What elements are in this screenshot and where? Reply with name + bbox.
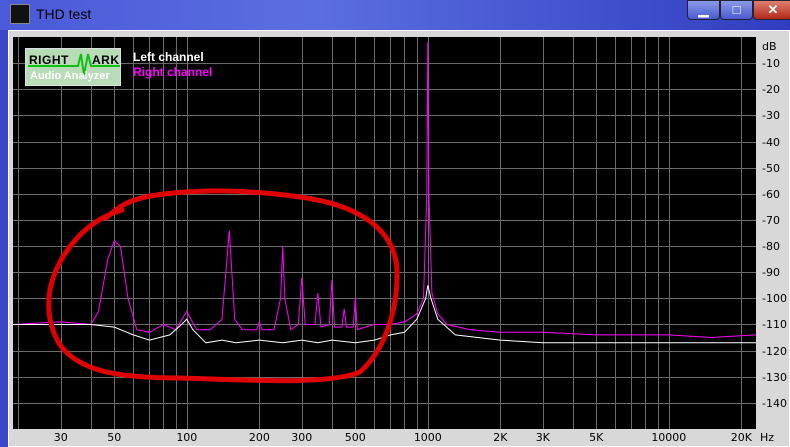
x-tick-label: 30 [53,431,68,444]
y-axis-unit: dB [762,40,777,53]
x-tick-label: 5K [589,431,604,444]
y-tick-label: -120 [762,344,787,358]
y-tick-label: -100 [762,291,787,305]
y-tick-label: -130 [762,370,787,384]
y-tick-label: -80 [762,239,780,253]
y-tick-label: -60 [762,187,780,201]
x-tick-label: 500 [344,431,366,444]
x-tick-label: 1000 [413,431,442,444]
x-tick-label: 2K [493,431,508,444]
x-tick-label: 100 [176,431,198,444]
y-tick-label: -110 [762,317,787,331]
x-tick-label: 300 [291,431,313,444]
logo-text-ark: ARK [92,53,120,67]
y-tick-label: -90 [762,265,780,279]
y-tick-label: -40 [762,135,780,149]
y-tick-label: -20 [762,82,780,96]
y-tick-label: -50 [762,161,780,175]
x-tick-label: 3K [535,431,550,444]
legend-left-channel: Left channel [133,50,204,64]
y-tick-label: -140 [762,396,787,410]
x-axis-unit: Hz [760,431,775,444]
x-tick-label: 10000 [651,431,687,444]
logo-text-subtitle: Audio Analyzer [30,70,110,82]
rightmark-logo: RIGHT ARK Audio Analyzer [25,48,121,86]
x-tick-label: 200 [248,431,270,444]
legend-right-channel: Right channel [133,65,213,79]
x-tick-label: 50 [107,431,122,444]
y-tick-label: -10 [762,56,780,70]
y-tick-label: -30 [762,108,780,122]
logo-text-right: RIGHT [29,53,69,67]
y-tick-label: -70 [762,213,780,227]
x-tick-label: 20K [730,431,752,444]
